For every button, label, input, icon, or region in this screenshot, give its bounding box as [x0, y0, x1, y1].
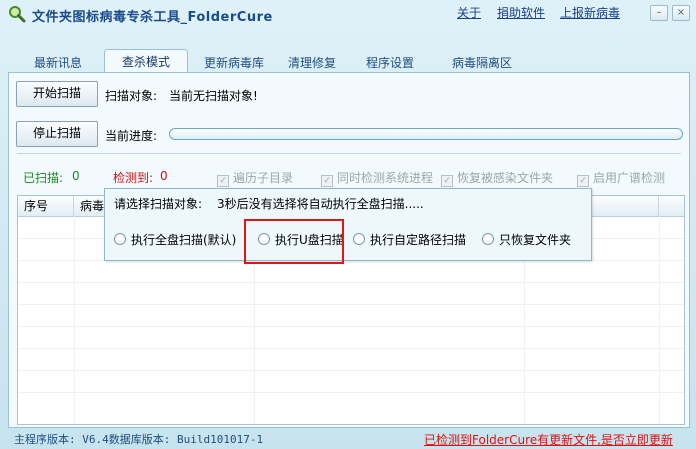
checkbox-icon: ✓	[217, 175, 229, 187]
update-notice-link[interactable]: 已检测到FolderCure有更新文件,是否立即更新	[424, 431, 673, 448]
grid-line	[18, 392, 684, 393]
radio-full-scan-label: 执行全盘扫描(默认)	[131, 233, 237, 247]
grid-line	[18, 348, 684, 349]
scan-target-label: 扫描对象:	[105, 89, 158, 103]
column-index[interactable]: 序号	[18, 196, 74, 216]
version-status: 主程序版本: V6.4数据库版本: Build101017-1	[14, 433, 264, 446]
option-restore-folders[interactable]: ✓ 恢复被感染文件夹	[441, 169, 553, 187]
grid-line	[18, 326, 684, 327]
window-title: 文件夹图标病毒专杀工具_FolderCure	[32, 10, 273, 25]
close-button[interactable]: ×	[672, 5, 690, 21]
grid-line	[18, 370, 684, 371]
option-heuristic[interactable]: ✓ 启用广谱检测	[577, 169, 665, 187]
radio-custom-path-scan[interactable]: 执行自定路径扫描	[353, 231, 466, 248]
tab-news[interactable]: 最新讯息	[22, 53, 94, 73]
radio-icon	[353, 233, 365, 245]
radio-restore-only-label: 只恢复文件夹	[499, 233, 572, 247]
stop-scan-button[interactable]: 停止扫描	[16, 121, 98, 147]
donate-link[interactable]: 捐助软件	[497, 4, 545, 21]
popup-prompt: 请选择扫描对象:	[114, 197, 203, 211]
scanned-count: 0	[72, 169, 80, 183]
radio-custom-path-label: 执行自定路径扫描	[370, 233, 467, 247]
scanned-label: 已扫描:	[23, 171, 64, 185]
report-virus-link[interactable]: 上报新病毒	[560, 4, 620, 21]
tab-update-db[interactable]: 更新病毒库	[196, 53, 272, 73]
radio-restore-only[interactable]: 只恢复文件夹	[482, 231, 571, 248]
app-window: 文件夹图标病毒专杀工具_FolderCure 关于 捐助软件 上报新病毒 – ×…	[0, 0, 696, 449]
tab-quarantine[interactable]: 病毒隔离区	[444, 53, 520, 73]
magnifier-icon	[9, 6, 26, 23]
tab-settings[interactable]: 程序设置	[358, 53, 422, 73]
radio-icon	[258, 233, 270, 245]
option-heuristic-label: 启用广谱检测	[593, 171, 666, 185]
radio-icon	[114, 233, 126, 245]
checkbox-icon: ✓	[577, 175, 589, 187]
title-bar: 文件夹图标病毒专杀工具_FolderCure 关于 捐助软件 上报新病毒 – ×	[0, 0, 696, 30]
popup-countdown: 3秒后没有选择将自动执行全盘扫描.....	[217, 197, 424, 211]
column-extra	[659, 196, 684, 216]
detected-label: 检测到:	[113, 171, 154, 185]
minimize-button[interactable]: –	[650, 5, 668, 21]
scan-target-popup: 请选择扫描对象: 3秒后没有选择将自动执行全盘扫描..... 执行全盘扫描(默认…	[104, 188, 592, 261]
checkbox-icon: ✓	[441, 175, 453, 187]
grid-line	[18, 282, 684, 283]
tab-scan-mode[interactable]: 查杀模式	[104, 49, 188, 74]
option-subdirs-label: 遍历子目录	[233, 171, 294, 185]
tab-clean-repair[interactable]: 清理修复	[280, 53, 344, 73]
divider	[17, 153, 681, 154]
radio-full-scan[interactable]: 执行全盘扫描(默认)	[114, 231, 236, 248]
radio-usb-scan[interactable]: 执行U盘扫描	[258, 231, 344, 248]
minimize-icon: –	[656, 7, 662, 18]
scan-target-value: 当前无扫描对象!	[169, 89, 258, 103]
option-restore-label: 恢复被感染文件夹	[457, 171, 554, 185]
start-scan-button[interactable]: 开始扫描	[16, 81, 98, 107]
grid-line	[18, 304, 684, 305]
progress-bar	[169, 128, 683, 140]
option-subdirs[interactable]: ✓ 遍历子目录	[217, 169, 293, 187]
tab-bar: 最新讯息 查杀模式 更新病毒库 清理修复 程序设置 病毒隔离区	[8, 49, 688, 74]
close-icon: ×	[676, 7, 686, 18]
radio-icon	[482, 233, 494, 245]
detected-count: 0	[160, 169, 168, 183]
option-processes[interactable]: ✓ 同时检测系统进程	[321, 169, 433, 187]
progress-label: 当前进度:	[105, 129, 158, 143]
option-processes-label: 同时检测系统进程	[337, 171, 434, 185]
checkbox-icon: ✓	[321, 175, 333, 187]
radio-usb-scan-label: 执行U盘扫描	[275, 233, 344, 247]
about-link[interactable]: 关于	[457, 4, 481, 21]
